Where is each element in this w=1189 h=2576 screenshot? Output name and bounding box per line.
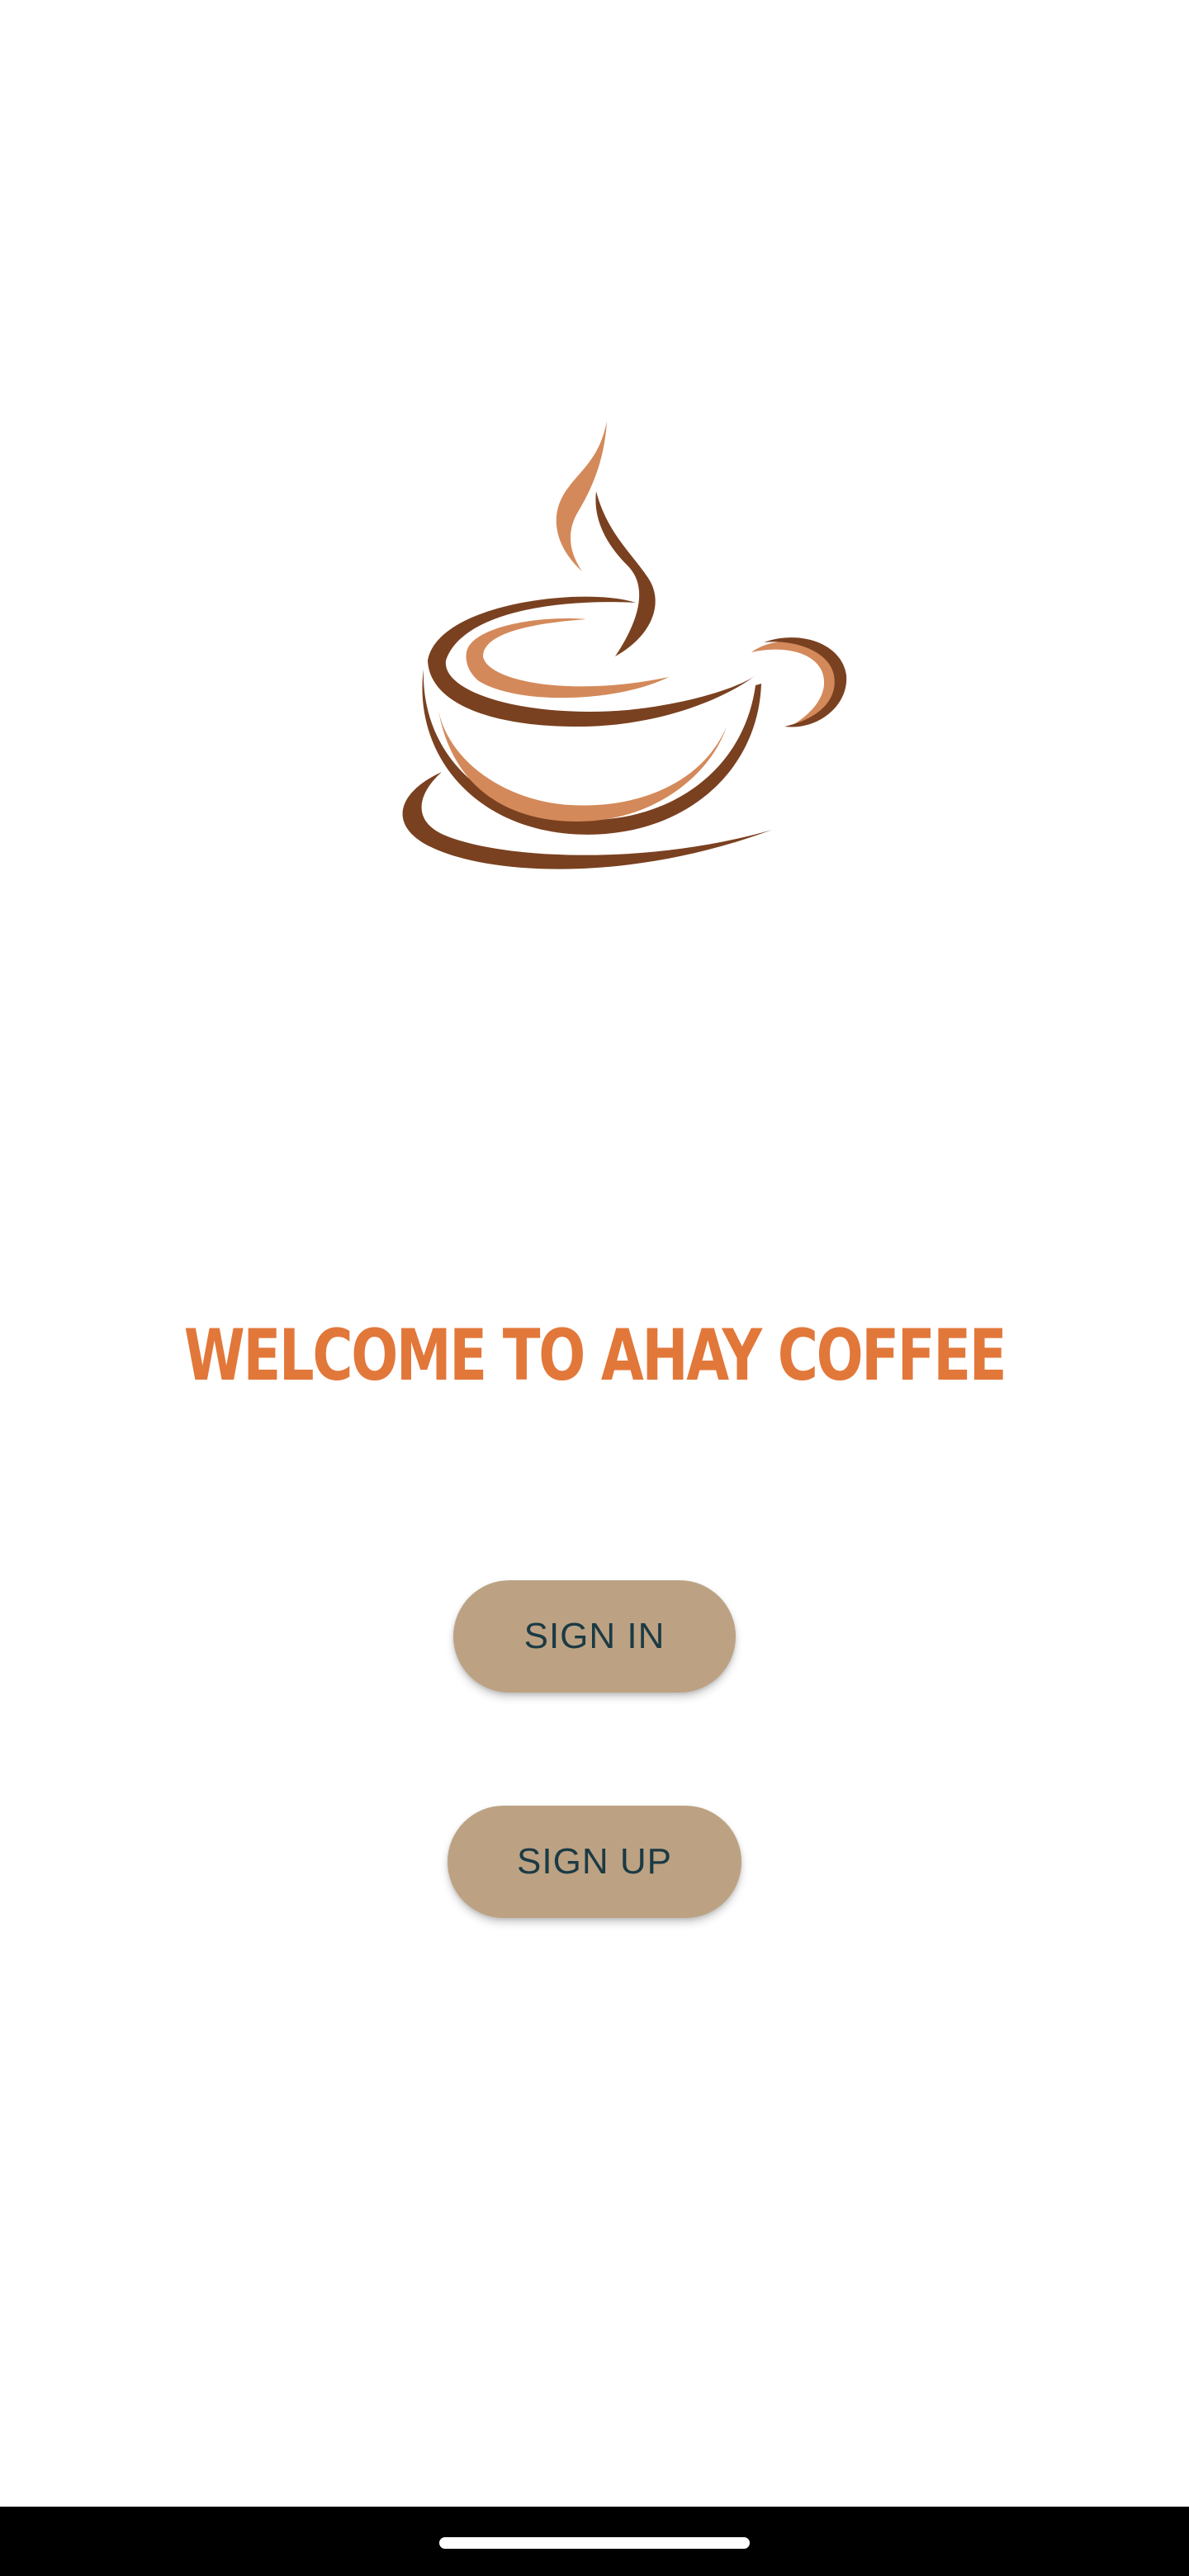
welcome-screen: WELCOME TO AHAY COFFEE SIGN IN SIGN UP bbox=[0, 0, 1189, 2576]
sign-in-button[interactable]: SIGN IN bbox=[453, 1580, 736, 1693]
welcome-title: WELCOME TO AHAY COFFEE bbox=[183, 1314, 1007, 1397]
home-gesture-handle[interactable] bbox=[439, 2537, 750, 2549]
system-navigation-bar bbox=[0, 2507, 1189, 2576]
sign-up-button[interactable]: SIGN UP bbox=[448, 1806, 741, 1918]
coffee-cup-logo-icon bbox=[402, 421, 847, 869]
